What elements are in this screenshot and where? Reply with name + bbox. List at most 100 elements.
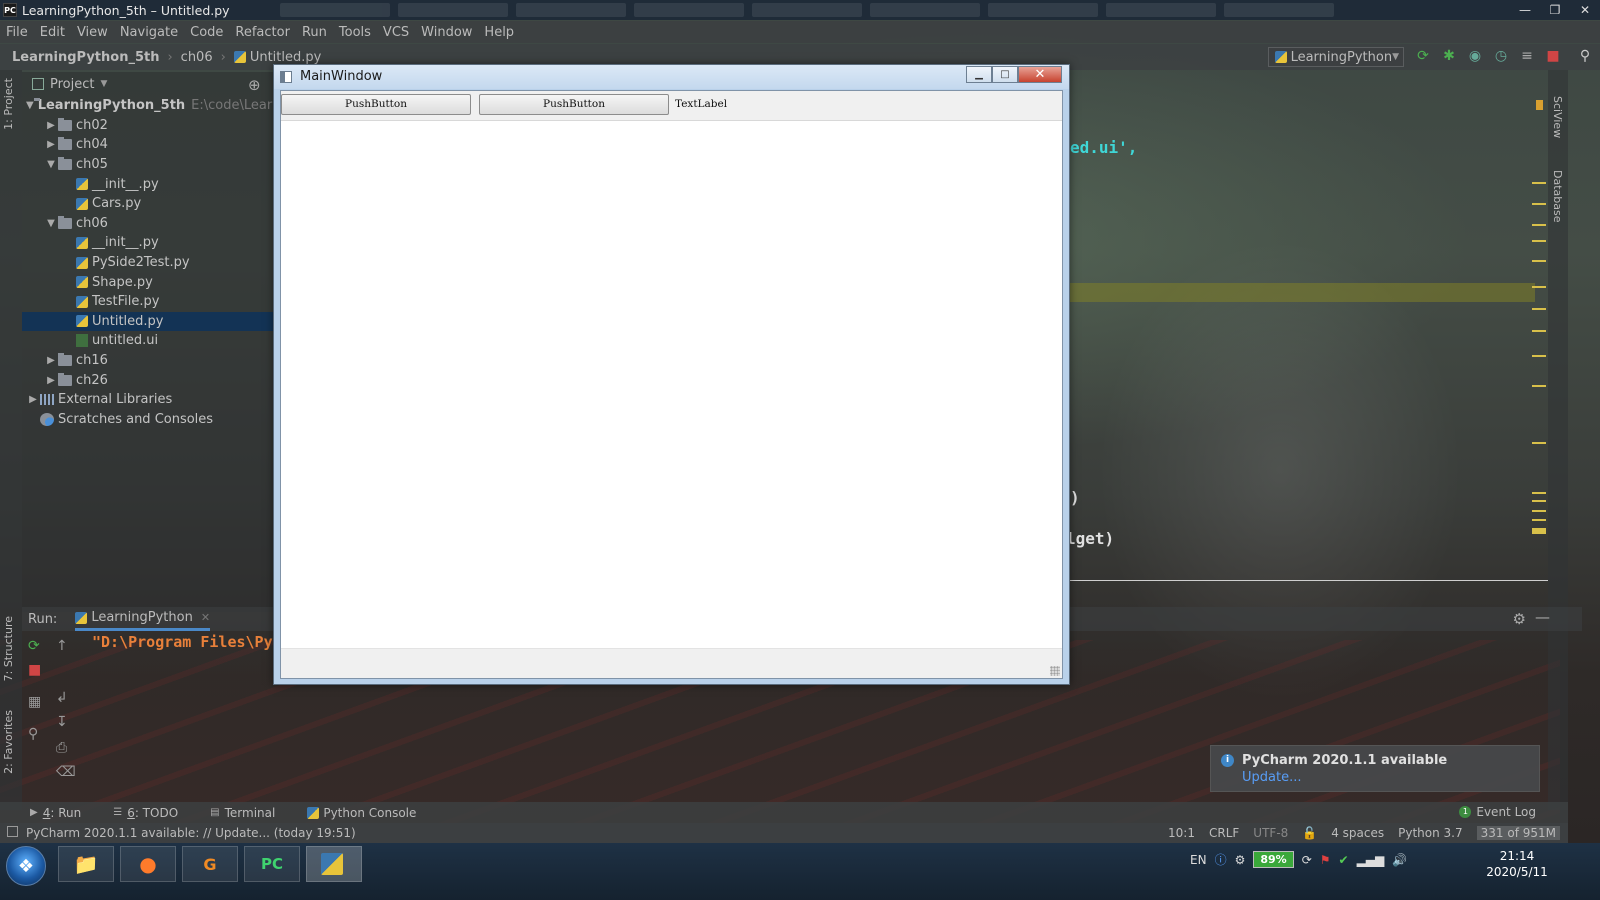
breadcrumb-project[interactable]: LearningPython_5th — [12, 50, 159, 65]
help-icon[interactable]: ⓘ — [1215, 851, 1227, 868]
menu-file[interactable]: File — [6, 25, 28, 40]
start-button[interactable]: ❖ — [6, 846, 46, 886]
tree-item[interactable]: Untitled.py — [22, 311, 278, 332]
stop-icon[interactable]: ■ — [28, 662, 41, 678]
chevron-right-icon[interactable]: ▶ — [44, 120, 58, 131]
trash-icon[interactable]: ⌫ — [56, 764, 76, 780]
tab-database[interactable]: Database — [1551, 170, 1564, 223]
rerun-icon[interactable]: ⟳ — [1414, 48, 1432, 64]
menu-vcs[interactable]: VCS — [383, 25, 409, 40]
layout-icon[interactable]: ▦ — [28, 694, 41, 710]
event-log-button[interactable]: 1 Event Log — [1459, 805, 1536, 819]
pycharm-taskbar-icon[interactable]: PC — [244, 846, 300, 882]
python-taskbar-icon[interactable] — [306, 846, 362, 882]
menu-edit[interactable]: Edit — [40, 25, 65, 40]
python-interpreter[interactable]: Python 3.7 — [1398, 826, 1463, 840]
rerun-icon[interactable]: ⟳ — [28, 638, 40, 654]
indent-setting[interactable]: 4 spaces — [1331, 826, 1384, 840]
stop-icon[interactable]: ■ — [1544, 48, 1562, 64]
concurrency-icon[interactable]: ≡ — [1518, 48, 1536, 64]
flag-icon[interactable]: ⚑ — [1320, 853, 1331, 867]
caret-position[interactable]: 10:1 — [1168, 826, 1195, 840]
tree-item[interactable]: Scratches and Consoles — [22, 410, 278, 430]
update-link[interactable]: Update... — [1242, 770, 1301, 785]
chevron-down-icon[interactable]: ▼ — [44, 218, 58, 229]
line-separator[interactable]: CRLF — [1209, 826, 1239, 840]
chevron-right-icon[interactable]: ▶ — [26, 394, 40, 405]
memory-indicator[interactable]: 331 of 951M — [1476, 826, 1560, 840]
maximize-button[interactable]: □ — [992, 66, 1018, 83]
soft-wrap-icon[interactable]: ↲ — [56, 690, 68, 706]
toggle-tool-windows-icon[interactable] — [7, 826, 18, 837]
tree-item[interactable]: ▼ LearningPython_5th E:\code\LearnP — [22, 96, 288, 116]
chevron-right-icon[interactable]: ▶ — [44, 355, 58, 366]
file-encoding[interactable]: UTF-8 — [1253, 826, 1288, 840]
coverage-icon[interactable]: ◉ — [1466, 48, 1484, 64]
tree-item[interactable]: __init__.py — [22, 174, 278, 194]
debug-icon[interactable]: ✱ — [1440, 48, 1458, 64]
menu-refactor[interactable]: Refactor — [235, 25, 290, 40]
maximize-button[interactable]: ❐ — [1540, 0, 1570, 20]
tab-run[interactable]: ▶ 4: Run — [30, 806, 81, 820]
file-explorer-icon[interactable]: 📁 — [58, 846, 114, 882]
run-configuration-select[interactable]: LearningPython ▼ — [1268, 47, 1404, 67]
tab-python-console[interactable]: Python Console — [307, 806, 416, 820]
scroll-to-end-icon[interactable]: ↧ — [56, 714, 68, 730]
tab-terminal[interactable]: ▤ Terminal — [210, 806, 275, 820]
tree-item[interactable]: __init__.py — [22, 233, 278, 253]
profile-icon[interactable]: ◷ — [1492, 48, 1510, 64]
minimize-button[interactable]: — — [1510, 0, 1540, 20]
tree-item[interactable]: PySide2Test.py — [22, 253, 278, 273]
gear-icon[interactable]: ⚙ — [1513, 610, 1526, 628]
tree-item[interactable]: Cars.py — [22, 194, 278, 214]
tab-sciview[interactable]: SciView — [1551, 96, 1564, 138]
menu-tools[interactable]: Tools — [339, 25, 371, 40]
chevron-down-icon[interactable]: ▼ — [100, 79, 107, 89]
push-button-1[interactable]: PushButton — [281, 94, 471, 115]
settings-icon[interactable]: ⚙ — [1235, 853, 1246, 867]
up-arrow-icon[interactable]: ↑ — [56, 638, 68, 654]
battery-indicator[interactable]: 89% — [1253, 851, 1294, 868]
menu-view[interactable]: View — [77, 25, 108, 40]
tree-item[interactable]: ▶ ch02 — [22, 116, 278, 136]
locate-icon[interactable]: ⊕ — [248, 76, 261, 94]
tab-favorites[interactable]: 2: Favorites — [2, 710, 15, 774]
menu-code[interactable]: Code — [190, 25, 223, 40]
breadcrumb-file[interactable]: Untitled.py — [250, 50, 322, 65]
language-indicator[interactable]: EN — [1190, 853, 1207, 867]
print-icon[interactable]: ⎙ — [56, 740, 67, 756]
tree-item[interactable]: TestFile.py — [22, 292, 278, 312]
chevron-down-icon[interactable]: ▼ — [26, 100, 34, 111]
chevron-down-icon[interactable]: ▼ — [44, 159, 58, 170]
menu-help[interactable]: Help — [484, 25, 514, 40]
close-icon[interactable]: ✕ — [201, 611, 210, 624]
firefox-icon[interactable]: ● — [120, 846, 176, 882]
system-clock[interactable]: 21:14 2020/5/11 — [1486, 848, 1548, 880]
project-panel-title[interactable]: Project — [50, 77, 94, 92]
shield-icon[interactable]: ✔ — [1339, 853, 1349, 867]
tree-item[interactable]: ▼ ch06 — [22, 214, 278, 234]
pin-icon[interactable]: ⚲ — [28, 726, 38, 742]
volume-icon[interactable]: 🔊 — [1392, 853, 1407, 867]
close-button[interactable]: ✕ — [1018, 66, 1062, 83]
menu-window[interactable]: Window — [421, 25, 472, 40]
run-tab[interactable]: LearningPython ✕ — [75, 607, 211, 631]
menu-navigate[interactable]: Navigate — [120, 25, 178, 40]
tree-item[interactable]: ▶ ch04 — [22, 135, 278, 155]
minimize-button[interactable]: ▁ — [966, 66, 992, 83]
tab-structure[interactable]: 7: Structure — [2, 616, 15, 681]
network-icon[interactable]: ▂▄▆ — [1357, 853, 1385, 867]
close-button[interactable]: ✕ — [1570, 0, 1600, 20]
status-message[interactable]: PyCharm 2020.1.1 available: // Update...… — [26, 826, 356, 840]
tree-item[interactable]: untitled.ui — [22, 331, 278, 351]
tree-item[interactable]: ▶ ch26 — [22, 370, 278, 390]
menu-run[interactable]: Run — [302, 25, 327, 40]
resize-grip-icon[interactable] — [1050, 666, 1060, 676]
tab-todo[interactable]: ☰ 6: TODO — [113, 806, 178, 820]
tree-item[interactable]: ▼ ch05 — [22, 155, 278, 175]
tab-project[interactable]: 1: Project — [2, 78, 15, 130]
chevron-right-icon[interactable]: ▶ — [44, 375, 58, 386]
sync-icon[interactable]: ⟳ — [1302, 853, 1312, 867]
pdf-reader-icon[interactable]: G — [182, 846, 238, 882]
qt-window-titlebar[interactable]: MainWindow ▁ □ ✕ — [274, 65, 1069, 89]
